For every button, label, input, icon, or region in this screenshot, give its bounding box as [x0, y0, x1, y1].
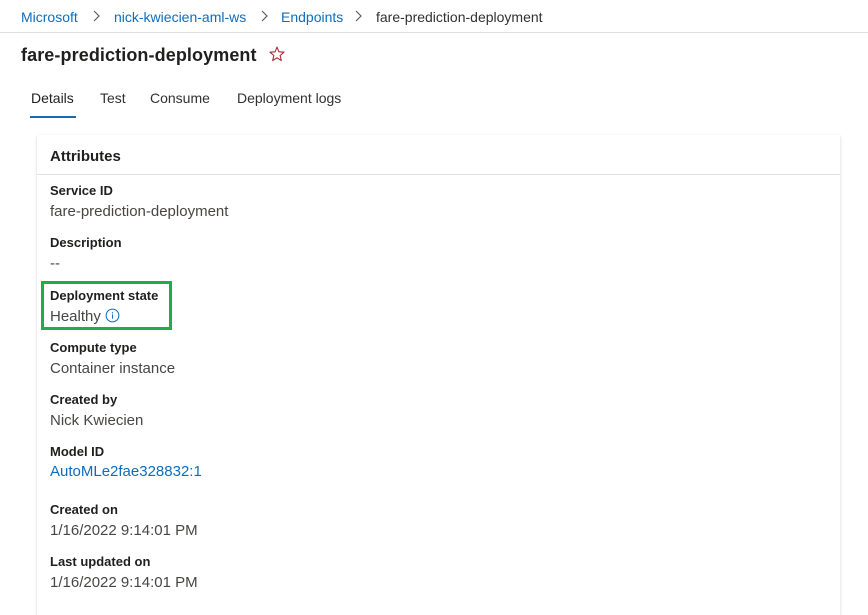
active-tab-indicator — [30, 116, 76, 118]
compute-type-value: Container instance — [50, 360, 176, 377]
divider — [37, 174, 840, 175]
model-id-label: Model ID — [50, 444, 105, 459]
created-on-label: Created on — [50, 502, 118, 517]
breadcrumb-item-microsoft[interactable]: Microsoft — [21, 9, 78, 25]
tab-consume[interactable]: Consume — [150, 89, 210, 107]
chevron-right-icon — [90, 8, 104, 24]
page-title: fare-prediction-deployment — [21, 45, 257, 65]
breadcrumb: Microsoft nick-kwiecien-aml-ws Endpoints… — [0, 0, 868, 33]
tab-deployment-logs[interactable]: Deployment logs — [237, 89, 341, 107]
service-id-label: Service ID — [50, 183, 113, 198]
star-outline-icon[interactable] — [268, 45, 286, 63]
tab-test[interactable]: Test — [100, 89, 126, 107]
last-updated-on-value: 1/16/2022 9:14:01 PM — [50, 574, 198, 591]
service-id-value: fare-prediction-deployment — [50, 203, 229, 220]
deployment-state-text: Healthy — [50, 308, 101, 325]
breadcrumb-item-current: fare-prediction-deployment — [376, 9, 543, 25]
attributes-card: Attributes Service ID fare-prediction-de… — [37, 135, 840, 615]
breadcrumb-item-endpoints[interactable]: Endpoints — [281, 9, 343, 25]
chevron-right-icon — [258, 8, 272, 24]
compute-type-label: Compute type — [50, 340, 137, 355]
breadcrumb-item-workspace[interactable]: nick-kwiecien-aml-ws — [114, 9, 246, 25]
info-icon[interactable] — [105, 308, 120, 323]
created-by-value: Nick Kwiecien — [50, 412, 144, 429]
deployment-state-value: Healthy — [50, 308, 120, 326]
description-value: -- — [50, 255, 60, 272]
created-by-label: Created by — [50, 392, 118, 407]
attributes-heading: Attributes — [50, 148, 121, 165]
last-updated-on-label: Last updated on — [50, 554, 151, 569]
model-id-link[interactable]: AutoMLe2fae328832:1 — [50, 463, 202, 481]
deployment-state-label: Deployment state — [50, 288, 159, 303]
chevron-right-icon — [352, 8, 366, 24]
description-label: Description — [50, 235, 122, 250]
created-on-value: 1/16/2022 9:14:01 PM — [50, 522, 198, 539]
tab-details[interactable]: Details — [31, 89, 74, 107]
